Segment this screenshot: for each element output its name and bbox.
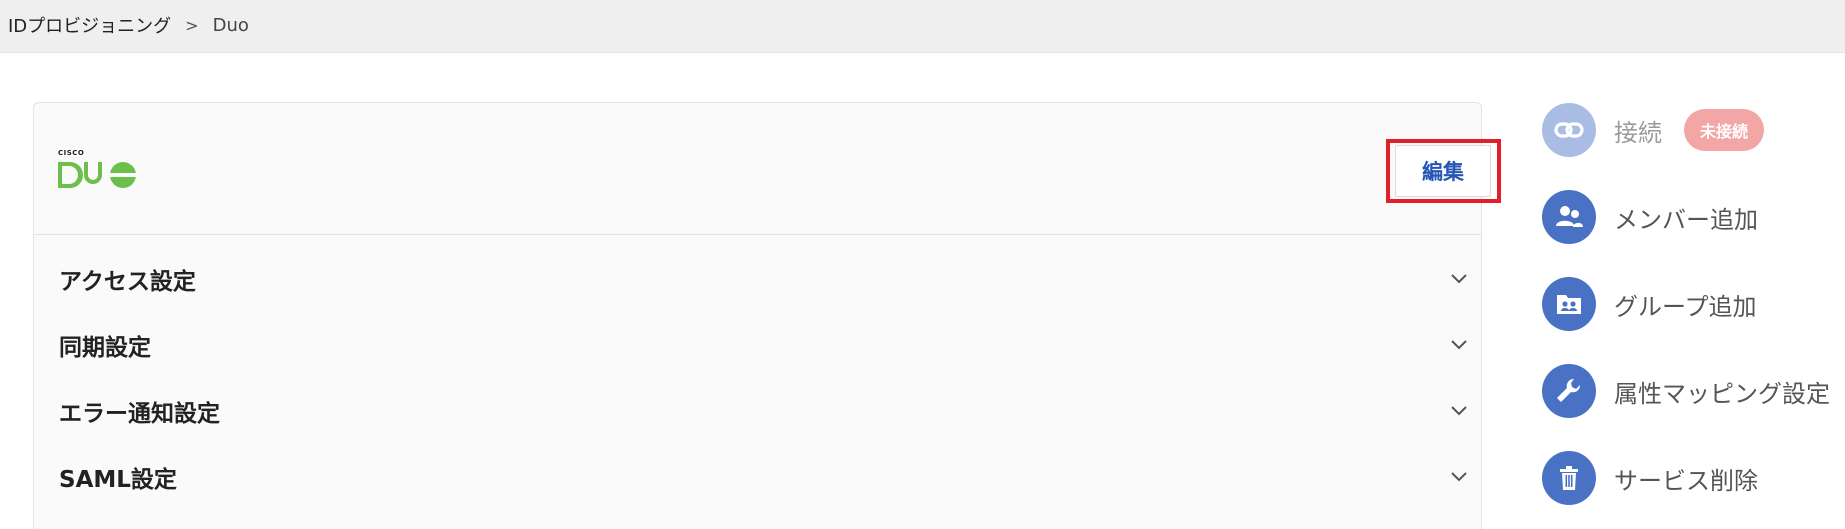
section-sync-settings[interactable]: 同期設定 bbox=[59, 317, 1469, 373]
section-saml-settings[interactable]: SAML設定 bbox=[59, 449, 1469, 505]
add-group-label: グループ追加 bbox=[1614, 292, 1757, 321]
chevron-down-icon[interactable] bbox=[1449, 269, 1469, 289]
breadcrumb: IDプロビジョニング > Duo bbox=[8, 12, 249, 38]
card-header: CISCO 編集 bbox=[34, 103, 1501, 235]
duo-logo: CISCO bbox=[58, 149, 136, 192]
edit-button[interactable]: 編集 bbox=[1395, 145, 1491, 197]
chevron-down-icon[interactable] bbox=[1449, 401, 1469, 421]
section-label: エラー通知設定 bbox=[59, 401, 220, 427]
connect-label: 接続 bbox=[1614, 118, 1662, 147]
users-icon bbox=[1542, 190, 1596, 244]
section-label: アクセス設定 bbox=[59, 269, 196, 295]
connect-action[interactable]: 接続 未接続 bbox=[1542, 100, 1842, 160]
link-icon bbox=[1542, 103, 1596, 157]
service-card: CISCO 編集 アクセス設定 同期設定 エラー通知設定 SAML設定 bbox=[33, 102, 1501, 529]
breadcrumb-current: Duo bbox=[212, 14, 249, 36]
breadcrumb-parent-link[interactable]: IDプロビジョニング bbox=[8, 12, 171, 38]
breadcrumb-separator: > bbox=[185, 15, 199, 35]
attribute-mapping-action[interactable]: 属性マッピング設定 bbox=[1542, 361, 1842, 421]
add-member-action[interactable]: メンバー追加 bbox=[1542, 187, 1842, 247]
status-badge: 未接続 bbox=[1684, 109, 1765, 151]
delete-service-action[interactable]: サービス削除 bbox=[1542, 448, 1842, 508]
section-error-notification-settings[interactable]: エラー通知設定 bbox=[59, 383, 1469, 439]
wrench-icon bbox=[1542, 364, 1596, 418]
section-label: SAML設定 bbox=[59, 467, 177, 493]
cisco-logo-text: CISCO bbox=[58, 149, 85, 157]
chevron-down-icon[interactable] bbox=[1449, 335, 1469, 355]
attribute-mapping-label: 属性マッピング設定 bbox=[1614, 379, 1830, 408]
add-member-label: メンバー追加 bbox=[1614, 205, 1758, 234]
section-access-settings[interactable]: アクセス設定 bbox=[59, 251, 1469, 307]
add-group-action[interactable]: グループ追加 bbox=[1542, 274, 1842, 334]
trash-icon bbox=[1542, 451, 1596, 505]
top-bar: IDプロビジョニング > Duo bbox=[0, 0, 1845, 53]
delete-service-label: サービス削除 bbox=[1614, 466, 1758, 495]
group-folder-icon bbox=[1542, 277, 1596, 331]
chevron-down-icon[interactable] bbox=[1449, 467, 1469, 487]
section-label: 同期設定 bbox=[59, 335, 151, 361]
duo-logo-mark bbox=[58, 162, 136, 188]
